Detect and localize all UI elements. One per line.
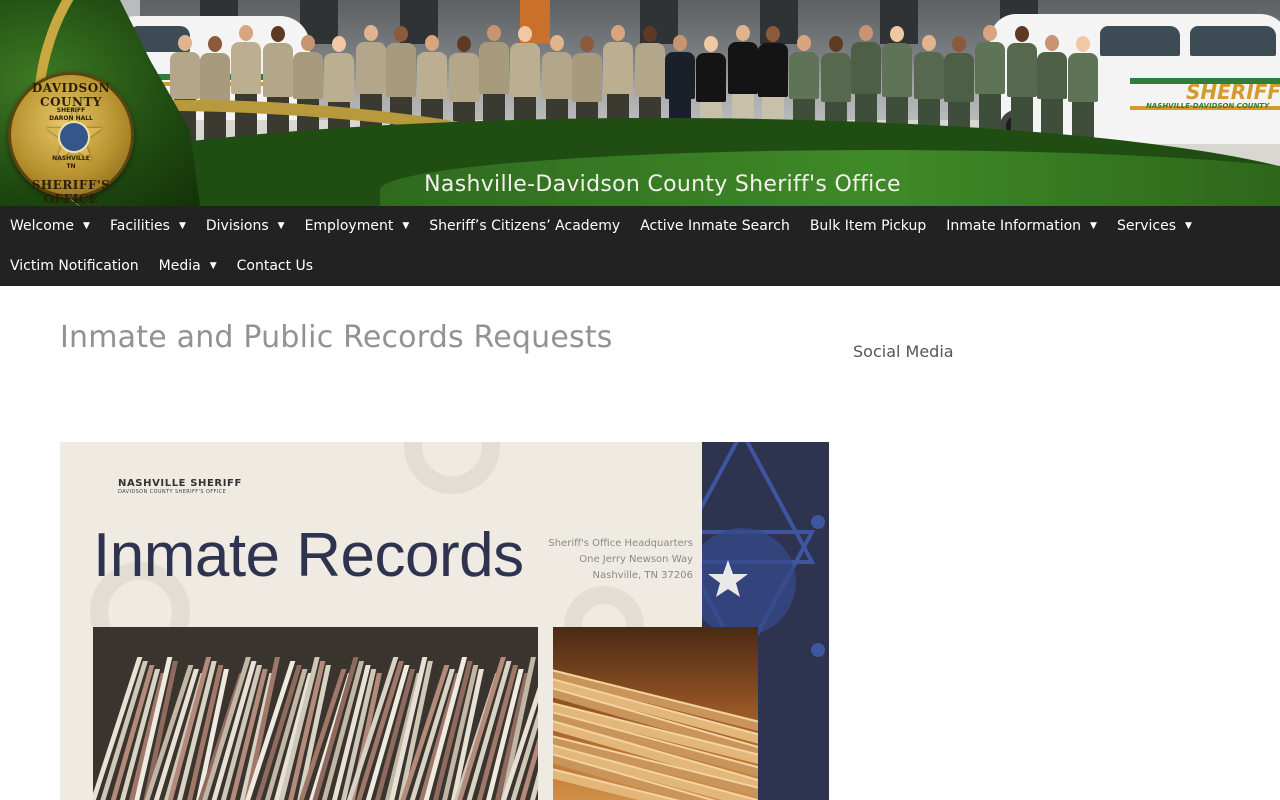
nav-item-bulk-item-pickup[interactable]: Bulk Item Pickup bbox=[800, 206, 936, 246]
nav-item-welcome[interactable]: Welcome ▼ bbox=[0, 206, 100, 246]
nav-item-label: Services bbox=[1116, 218, 1177, 234]
site-title: Nashville-Davidson County Sheriff's Offi… bbox=[424, 172, 901, 197]
nav-item-active-inmate-search[interactable]: Active Inmate Search bbox=[630, 206, 800, 246]
nav-item-label: Victim Notification bbox=[10, 258, 139, 274]
nav-item-media[interactable]: Media ▼ bbox=[149, 246, 227, 286]
nav-row-1: Welcome ▼ Facilities ▼ Divisions ▼ Employment ▼… bbox=[0, 206, 1202, 246]
deco-ring bbox=[404, 442, 500, 494]
caret-down-icon: ▼ bbox=[402, 221, 410, 231]
nav-item-victim-notification[interactable]: Victim Notification bbox=[0, 246, 149, 286]
hero-address-line: Nashville, TN 37206 bbox=[592, 570, 694, 581]
nav-item-label: Inmate Information bbox=[946, 218, 1082, 234]
vehicle-sheriff-text: SHERIFF bbox=[1186, 80, 1280, 104]
nav-item-label: Employment bbox=[304, 218, 394, 234]
hero-title: Inmate Records bbox=[93, 521, 524, 590]
caret-down-icon: ▼ bbox=[209, 261, 217, 271]
badge-seal-icon bbox=[58, 121, 90, 153]
hero-brand-sub: DAVIDSON COUNTY SHERIFF'S OFFICE bbox=[118, 489, 227, 495]
caret-down-icon: ▼ bbox=[277, 221, 285, 231]
header-banner: SHERIFF NASHVILLE-DAVIDSON COUNTY DAVIDS… bbox=[0, 0, 1280, 206]
nav-item-sheriff-s-citizens-academy[interactable]: Sheriff’s Citizens’ Academy bbox=[419, 206, 630, 246]
badge-line4: TN bbox=[66, 163, 76, 170]
sidebar-social-media-heading: Social Media bbox=[853, 342, 954, 361]
hero-address-line: Sheriff's Office Headquarters bbox=[548, 538, 693, 549]
staff-member bbox=[1037, 34, 1067, 146]
caret-down-icon: ▼ bbox=[1090, 221, 1097, 231]
hero-address-line: One Jerry Newson Way bbox=[579, 554, 693, 565]
vehicle-subtext: NASHVILLE-DAVIDSON COUNTY bbox=[1146, 102, 1270, 110]
main-navigation: Welcome ▼ Facilities ▼ Divisions ▼ Employment ▼… bbox=[0, 206, 1280, 286]
nav-item-label: Contact Us bbox=[236, 258, 314, 274]
nav-item-divisions[interactable]: Divisions ▼ bbox=[196, 206, 295, 246]
nav-item-label: Divisions bbox=[205, 218, 269, 234]
caret-down-icon: ▼ bbox=[178, 221, 186, 231]
nav-item-label: Media bbox=[158, 258, 201, 274]
nav-item-label: Sheriff’s Citizens’ Academy bbox=[429, 218, 621, 234]
badge-line1: SHERIFF bbox=[56, 107, 86, 114]
nav-item-label: Bulk Item Pickup bbox=[809, 218, 927, 234]
file-records-photo bbox=[93, 627, 538, 800]
nav-item-label: Welcome bbox=[10, 218, 75, 234]
nav-row-2: Victim Notification Media ▼ Contact Us bbox=[0, 246, 323, 286]
nav-item-services[interactable]: Services ▼ bbox=[1107, 206, 1202, 246]
nav-item-facilities[interactable]: Facilities ▼ bbox=[100, 206, 196, 246]
caret-down-icon: ▼ bbox=[83, 221, 90, 231]
nav-item-inmate-information[interactable]: Inmate Information ▼ bbox=[936, 206, 1107, 246]
caret-down-icon: ▼ bbox=[1185, 221, 1192, 231]
nav-item-contact-us[interactable]: Contact Us bbox=[227, 246, 323, 286]
badge-line3: NASHVILLE bbox=[52, 155, 90, 162]
hero-brand: NASHVILLE SHERIFF bbox=[118, 478, 242, 489]
nav-item-label: Facilities bbox=[109, 218, 170, 234]
page-title: Inmate and Public Records Requests bbox=[60, 320, 613, 355]
nav-item-employment[interactable]: Employment ▼ bbox=[295, 206, 420, 246]
manila-folders-photo bbox=[553, 627, 758, 800]
inmate-records-hero-image: NASHVILLE SHERIFF DAVIDSON COUNTY SHERIF… bbox=[60, 442, 829, 800]
nav-item-label: Active Inmate Search bbox=[640, 218, 790, 234]
